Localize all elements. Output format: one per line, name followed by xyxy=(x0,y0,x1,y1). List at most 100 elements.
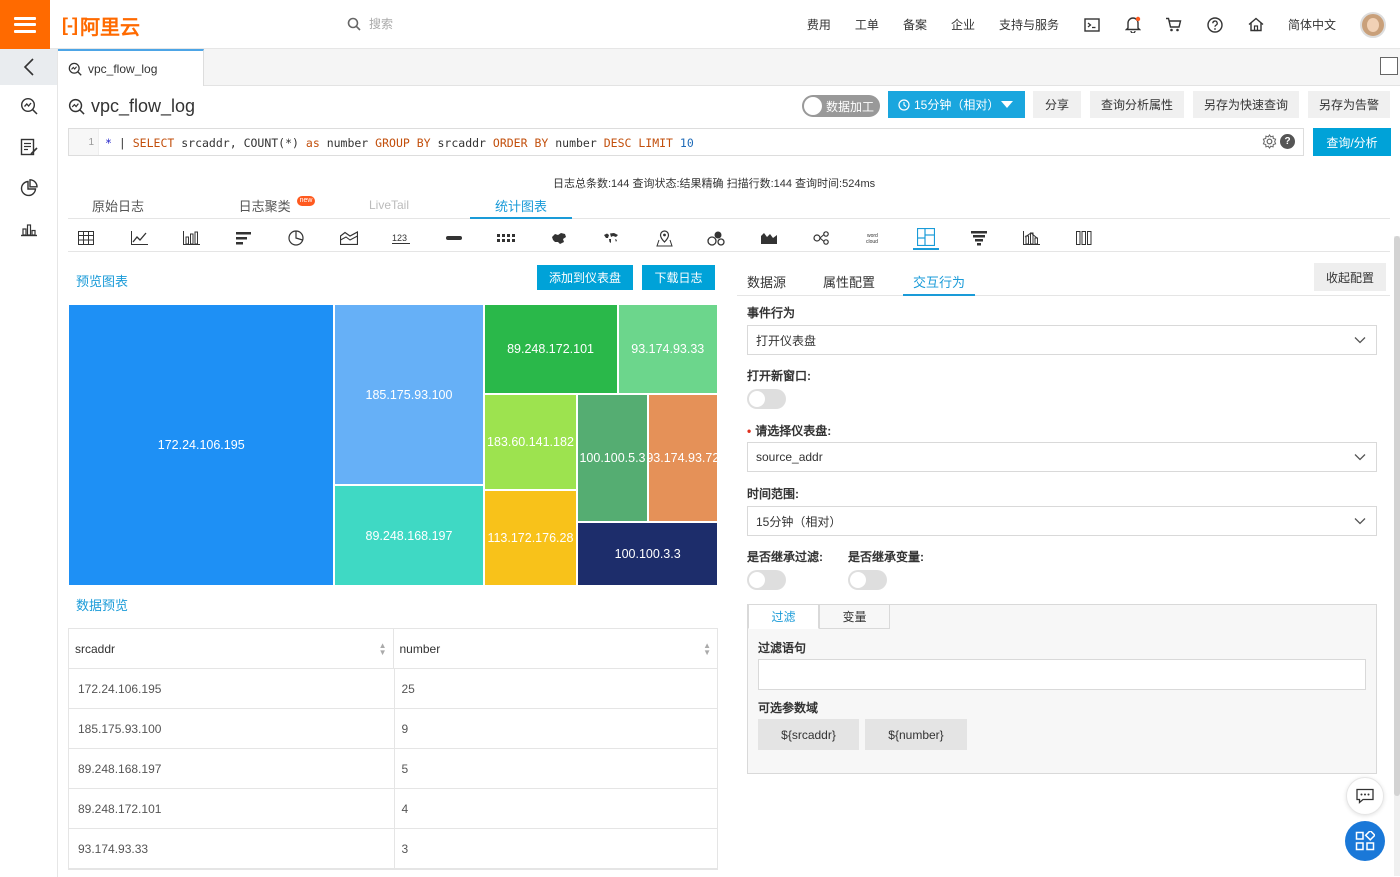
chart-type-histogram[interactable] xyxy=(1018,226,1044,250)
time-range-select[interactable]: 15分钟（相对） xyxy=(747,506,1377,536)
treemap-cell[interactable]: 93.174.93.72 xyxy=(646,393,719,522)
treemap-cell[interactable]: 185.175.93.100 xyxy=(334,304,484,486)
gear-icon[interactable] xyxy=(1262,134,1277,149)
data-process-toggle[interactable]: 数据加工 xyxy=(802,95,880,117)
chart-type-amap[interactable] xyxy=(651,226,677,250)
sidebar-back-button[interactable] xyxy=(0,49,57,85)
chart-type-cross-table[interactable] xyxy=(1071,226,1097,250)
aliyun-logo[interactable]: [-] 阿里云 xyxy=(62,12,140,39)
treemap-cell[interactable]: 89.248.168.197 xyxy=(334,485,484,586)
chart-type-world-map[interactable] xyxy=(598,226,624,250)
query-text[interactable]: * | SELECT srcaddr, COUNT(*) as number G… xyxy=(105,136,694,150)
open-new-window-toggle[interactable] xyxy=(747,389,786,409)
download-log-button[interactable]: 下载日志 xyxy=(642,265,715,290)
filter-statement-input[interactable] xyxy=(758,659,1366,690)
tab-data-source[interactable]: 数据源 xyxy=(747,272,786,291)
add-to-dashboard-button[interactable]: 添加到仪表盘 xyxy=(537,265,633,290)
collapse-config-button[interactable]: 收起配置 xyxy=(1314,263,1386,291)
tab-charts[interactable]: 统计图表 xyxy=(470,196,572,219)
query-alias: number xyxy=(326,136,369,150)
chart-type-number[interactable]: 123 xyxy=(388,226,414,250)
query-properties-button[interactable]: 查询分析属性 xyxy=(1090,91,1184,118)
cart-icon[interactable] xyxy=(1165,16,1183,34)
sidebar-item-saved-search[interactable] xyxy=(0,126,57,167)
share-button[interactable]: 分享 xyxy=(1033,91,1081,118)
sidebar-item-search[interactable] xyxy=(0,85,57,126)
query-submit-button[interactable]: 查询/分析 xyxy=(1313,128,1391,156)
save-quick-query-button[interactable]: 另存为快速查询 xyxy=(1193,91,1299,118)
tab-filter[interactable]: 过滤 xyxy=(748,604,819,629)
help-icon[interactable] xyxy=(1206,16,1224,34)
line-chart-icon xyxy=(130,231,148,245)
nav-icp-filing[interactable]: 备案 xyxy=(903,16,927,33)
nav-support[interactable]: 支持与服务 xyxy=(999,16,1059,33)
column-header-srcaddr[interactable]: srcaddr ▲ ▼ xyxy=(69,629,393,668)
chart-type-heatmap[interactable] xyxy=(756,226,782,250)
time-range-picker[interactable]: 15分钟（相对） xyxy=(888,91,1025,118)
inherit-variable-toggle[interactable] xyxy=(848,570,887,590)
apps-menu-button[interactable] xyxy=(1345,821,1385,861)
home-icon[interactable] xyxy=(1247,16,1265,34)
save-alert-button[interactable]: 另存为告警 xyxy=(1308,91,1390,118)
terminal-icon[interactable] xyxy=(1083,16,1101,34)
treemap-cell[interactable]: 93.174.93.33 xyxy=(617,304,718,394)
tab-variable[interactable]: 变量 xyxy=(819,604,890,629)
chart-type-china-map[interactable] xyxy=(546,226,572,250)
feedback-chat-button[interactable] xyxy=(1346,777,1384,815)
nav-enterprise[interactable]: 企业 xyxy=(951,16,975,33)
tab-livetail[interactable]: LiveTail xyxy=(366,198,412,212)
tab-property-config[interactable]: 属性配置 xyxy=(823,272,875,291)
event-behavior-select[interactable]: 打开仪表盘 xyxy=(747,325,1377,355)
query-kw-as: as xyxy=(305,136,320,150)
chart-type-word-cloud[interactable]: word cloud xyxy=(861,226,887,250)
chart-type-line[interactable] xyxy=(126,226,152,250)
column-header-number[interactable]: number ▲ ▼ xyxy=(392,629,718,668)
time-range-label: 15分钟（相对） xyxy=(914,98,1000,112)
treemap-cell[interactable]: 113.172.176.28 xyxy=(483,489,578,586)
user-avatar[interactable] xyxy=(1360,11,1386,38)
chart-type-progress[interactable] xyxy=(441,226,467,250)
treemap-cell[interactable]: 172.24.106.195 xyxy=(68,304,335,586)
global-search[interactable]: 搜索 xyxy=(347,15,393,32)
treemap-cell[interactable]: 183.60.141.182 xyxy=(483,393,578,490)
fullscreen-toggle-button[interactable] xyxy=(1380,57,1398,75)
treemap-cell[interactable]: 89.248.172.101 xyxy=(483,304,618,394)
dashboard-select[interactable]: source_addr xyxy=(747,442,1377,472)
cell-number: 25 xyxy=(393,669,718,708)
chart-type-column[interactable] xyxy=(178,226,204,250)
chart-type-pie[interactable] xyxy=(283,226,309,250)
chart-type-sankey[interactable] xyxy=(703,226,729,250)
chart-type-tree[interactable] xyxy=(808,226,834,250)
treemap-cell[interactable]: 100.100.5.3 xyxy=(577,393,648,522)
treemap-cell[interactable]: 100.100.3.3 xyxy=(577,521,718,586)
sort-icon[interactable]: ▲ ▼ xyxy=(379,642,387,657)
tab-interaction[interactable]: 交互行为 xyxy=(903,272,975,296)
language-switch[interactable]: 简体中文 xyxy=(1288,16,1336,33)
inherit-filter-toggle[interactable] xyxy=(747,570,786,590)
tab-raw-logs[interactable]: 原始日志 xyxy=(90,196,146,215)
toggle-knob xyxy=(850,572,866,588)
param-number-button[interactable]: ${number} xyxy=(865,719,967,750)
scrollbar-thumb[interactable] xyxy=(1394,236,1400,796)
config-scrollbar[interactable] xyxy=(1394,236,1400,876)
tab-log-cluster[interactable]: 日志聚类 new xyxy=(230,196,324,215)
chart-type-bar[interactable] xyxy=(231,226,257,250)
bell-icon[interactable] xyxy=(1124,16,1142,34)
hamburger-menu-button[interactable] xyxy=(0,0,50,49)
tab-vpc-flow-log[interactable]: vpc_flow_log xyxy=(58,49,204,86)
nav-tickets[interactable]: 工单 xyxy=(855,16,879,33)
help-icon[interactable]: ? xyxy=(1280,134,1295,149)
sidebar-item-dashboard[interactable] xyxy=(0,208,57,249)
nav-billing[interactable]: 费用 xyxy=(807,16,831,33)
chart-type-treemap[interactable] xyxy=(913,226,939,250)
query-kw-groupby: GROUP BY xyxy=(375,136,431,150)
sort-icon[interactable]: ▲ ▼ xyxy=(703,642,711,657)
param-srcaddr-button[interactable]: ${srcaddr} xyxy=(758,719,859,750)
toggle-knob xyxy=(749,572,765,588)
chart-type-funnel[interactable] xyxy=(966,226,992,250)
chart-type-area[interactable] xyxy=(336,226,362,250)
sidebar-item-alerts[interactable] xyxy=(0,167,57,208)
chart-type-flow[interactable] xyxy=(493,226,519,250)
query-editor[interactable]: 1 * | SELECT srcaddr, COUNT(*) as number… xyxy=(68,128,1304,156)
chart-type-table[interactable] xyxy=(73,226,99,250)
